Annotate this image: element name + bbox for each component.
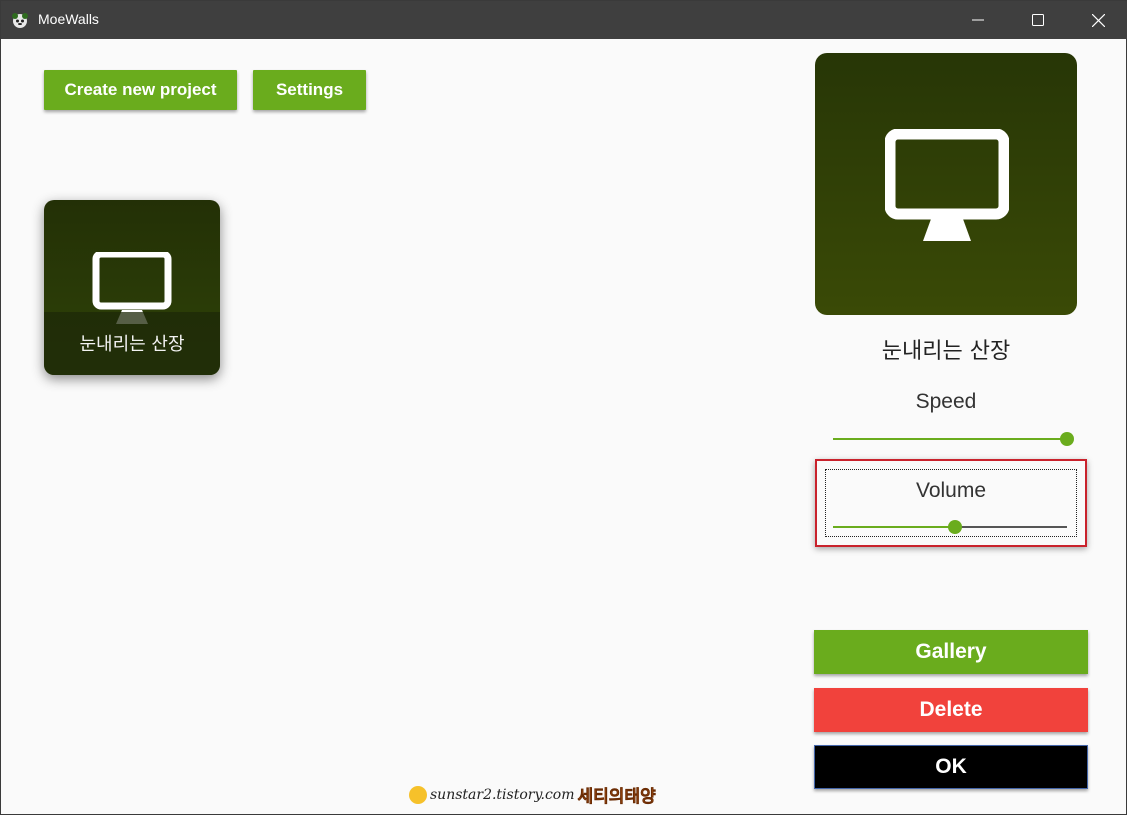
- maximize-button[interactable]: [1009, 1, 1067, 39]
- watermark-site: sunstar2.tistory.com: [430, 786, 575, 803]
- volume-slider-thumb[interactable]: [948, 520, 962, 534]
- app-logo-icon: [11, 11, 29, 29]
- watermark: sunstar2.tistory.com 세티의태양: [409, 782, 656, 807]
- project-card-title: 눈내리는 산장: [79, 334, 185, 355]
- volume-slider[interactable]: [833, 520, 1067, 534]
- speed-slider[interactable]: [833, 432, 1074, 446]
- watermark-name: 세티의태양: [577, 787, 656, 808]
- maximize-icon: [1032, 14, 1044, 26]
- monitor-icon: [884, 128, 1010, 245]
- project-name: 눈내리는 산장: [881, 339, 1011, 364]
- app-window: MoeWalls Create new project Settings 눈내리…: [0, 0, 1127, 815]
- gallery-button[interactable]: Gallery: [814, 630, 1088, 674]
- close-icon: [1091, 13, 1105, 27]
- speed-slider-fill: [833, 438, 1067, 440]
- speed-label: Speed: [915, 390, 977, 413]
- create-project-button[interactable]: Create new project: [44, 70, 237, 110]
- title-bar[interactable]: MoeWalls: [1, 1, 1127, 39]
- ok-button[interactable]: OK: [814, 745, 1088, 789]
- minimize-icon: [972, 14, 984, 26]
- minimize-button[interactable]: [949, 1, 1007, 39]
- window-title: MoeWalls: [38, 11, 99, 27]
- delete-button[interactable]: Delete: [814, 688, 1088, 732]
- volume-slider-fill: [833, 526, 955, 528]
- project-preview: [815, 53, 1077, 315]
- settings-button[interactable]: Settings: [253, 70, 366, 110]
- smiley-icon: [409, 785, 427, 804]
- close-button[interactable]: [1069, 1, 1127, 39]
- project-card[interactable]: 눈내리는 산장: [44, 200, 220, 375]
- volume-label: Volume: [915, 479, 987, 502]
- speed-slider-thumb[interactable]: [1060, 432, 1074, 446]
